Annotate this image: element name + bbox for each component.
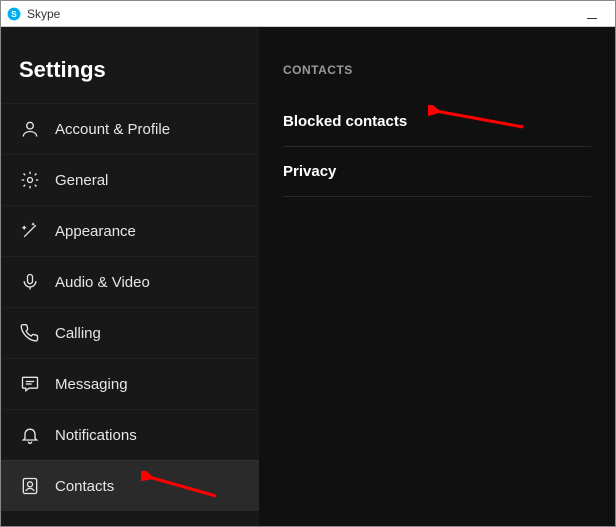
- sidebar-item-label: Audio & Video: [55, 274, 150, 291]
- window-title: Skype: [27, 7, 60, 21]
- bell-icon: [19, 424, 41, 446]
- window-titlebar: S Skype: [1, 1, 615, 27]
- sidebar-item-label: Appearance: [55, 223, 136, 240]
- sidebar-item-calling[interactable]: Calling: [1, 307, 259, 358]
- sidebar-item-label: Notifications: [55, 427, 137, 444]
- window-minimize-button[interactable]: [587, 9, 597, 19]
- person-icon: [19, 118, 41, 140]
- sidebar-item-label: Contacts: [55, 478, 114, 495]
- wand-icon: [19, 220, 41, 242]
- settings-detail-panel: CONTACTS Blocked contacts Privacy: [259, 27, 615, 526]
- svg-text:S: S: [11, 9, 17, 18]
- sidebar-item-label: Account & Profile: [55, 121, 170, 138]
- sidebar-item-appearance[interactable]: Appearance: [1, 205, 259, 256]
- annotation-arrow-icon: [428, 105, 528, 135]
- row-label: Privacy: [283, 163, 336, 180]
- settings-heading: Settings: [1, 57, 259, 103]
- sidebar-item-notifications[interactable]: Notifications: [1, 409, 259, 460]
- gear-icon: [19, 169, 41, 191]
- app-body: Settings Account & Profile General Appea…: [1, 27, 615, 526]
- microphone-icon: [19, 271, 41, 293]
- chat-icon: [19, 373, 41, 395]
- row-privacy[interactable]: Privacy: [283, 147, 591, 197]
- sidebar-item-contacts[interactable]: Contacts: [1, 460, 259, 511]
- section-heading: CONTACTS: [283, 63, 591, 77]
- contacts-icon: [19, 475, 41, 497]
- sidebar-item-label: General: [55, 172, 108, 189]
- annotation-arrow-icon: [141, 471, 221, 501]
- row-label: Blocked contacts: [283, 113, 407, 130]
- sidebar-item-messaging[interactable]: Messaging: [1, 358, 259, 409]
- sidebar-item-label: Calling: [55, 325, 101, 342]
- skype-logo-icon: S: [7, 7, 21, 21]
- settings-sidebar: Settings Account & Profile General Appea…: [1, 27, 259, 526]
- sidebar-item-general[interactable]: General: [1, 154, 259, 205]
- row-blocked-contacts[interactable]: Blocked contacts: [283, 97, 591, 147]
- sidebar-item-account-profile[interactable]: Account & Profile: [1, 103, 259, 154]
- sidebar-item-label: Messaging: [55, 376, 128, 393]
- sidebar-item-audio-video[interactable]: Audio & Video: [1, 256, 259, 307]
- phone-icon: [19, 322, 41, 344]
